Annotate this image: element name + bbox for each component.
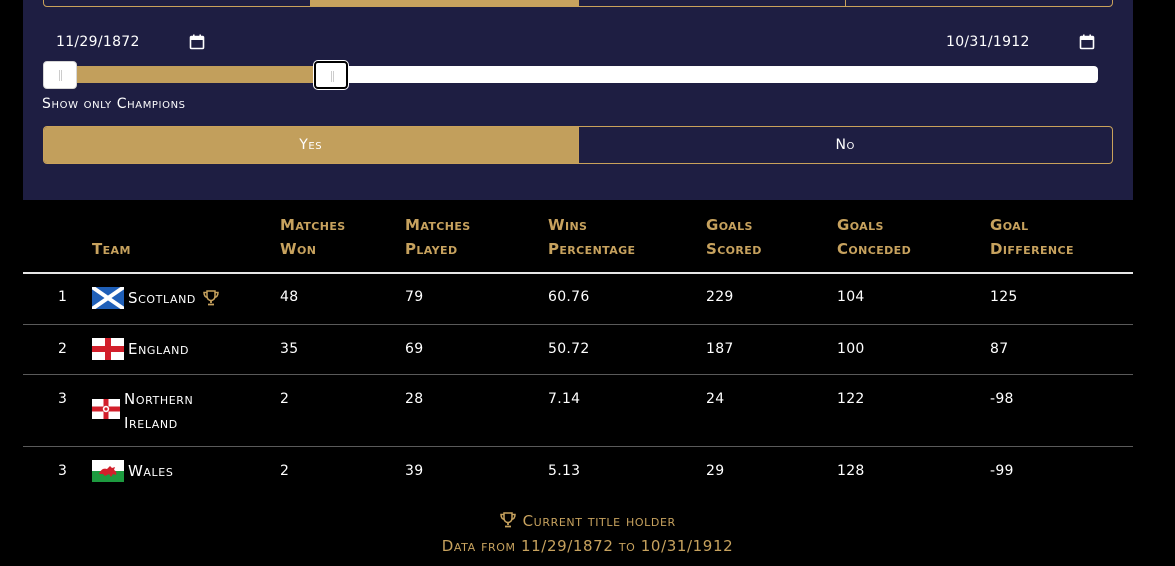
table-row: 3 Wales 2 39 5.13 29 128 -99 xyxy=(23,447,1133,497)
calendar-icon[interactable] xyxy=(1079,34,1095,50)
end-date-value: 10/31/1912 xyxy=(946,34,1030,50)
goals-conceded-header[interactable]: Goals Conceded xyxy=(837,213,937,261)
table-row: 2 England 35 69 50.72 187 100 87 xyxy=(23,325,1133,375)
trophy-icon xyxy=(499,512,517,532)
standings-table: Team Matches Won Matches Played Wins Per… xyxy=(23,200,1133,497)
goal-difference-header[interactable]: Goal Difference xyxy=(990,213,1100,261)
legend-line: Current title holder xyxy=(0,512,1175,532)
team-name: Northern Ireland xyxy=(124,390,194,432)
matches-played-cell: 28 xyxy=(405,391,424,407)
goals-scored-cell: 187 xyxy=(706,341,734,357)
wins-percentage-cell: 50.72 xyxy=(548,341,590,357)
matches-won-cell: 2 xyxy=(280,463,290,479)
goal-difference-cell: 87 xyxy=(990,341,1009,357)
rank-cell: 1 xyxy=(58,289,68,305)
start-date-value: 11/29/1872 xyxy=(56,34,140,50)
goals-conceded-cell: 104 xyxy=(837,289,865,305)
team-cell: England xyxy=(92,337,189,361)
slider-end-handle[interactable] xyxy=(314,61,348,89)
goals-scored-cell: 29 xyxy=(706,463,725,479)
team-name: Wales xyxy=(128,462,174,480)
table-header: Team Matches Won Matches Played Wins Per… xyxy=(23,200,1133,274)
date-range-slider[interactable] xyxy=(43,61,1098,89)
matches-played-cell: 79 xyxy=(405,289,424,305)
matches-played-cell: 39 xyxy=(405,463,424,479)
tab-2[interactable] xyxy=(311,0,579,6)
trophy-icon xyxy=(202,290,220,310)
tab-4[interactable] xyxy=(846,0,1112,6)
rank-cell: 3 xyxy=(58,463,68,479)
team-header[interactable]: Team xyxy=(92,237,131,261)
team-cell: Scotland xyxy=(92,286,220,310)
champions-yes-button[interactable]: Yes xyxy=(44,127,578,163)
show-only-champions-label: Show only Champions xyxy=(42,96,186,112)
matches-won-cell: 48 xyxy=(280,289,299,305)
scotland-flag-icon xyxy=(92,287,124,309)
goals-scored-header[interactable]: Goals Scored xyxy=(706,213,796,261)
tab-1[interactable] xyxy=(44,0,312,6)
table-row: 3 Northern Ireland 2 28 7.14 24 122 -98 xyxy=(23,375,1133,447)
goal-difference-cell: -98 xyxy=(990,391,1014,407)
goals-scored-cell: 229 xyxy=(706,289,734,305)
wins-percentage-cell: 7.14 xyxy=(548,391,581,407)
matches-won-cell: 35 xyxy=(280,341,299,357)
matches-won-cell: 2 xyxy=(280,391,290,407)
wales-flag-icon xyxy=(92,460,124,482)
calendar-icon[interactable] xyxy=(189,34,205,50)
goal-difference-cell: -99 xyxy=(990,463,1014,479)
goal-difference-cell: 125 xyxy=(990,289,1018,305)
rank-cell: 3 xyxy=(58,391,68,407)
team-cell: Wales xyxy=(92,459,173,483)
team-name: England xyxy=(128,340,190,358)
wins-percentage-cell: 60.76 xyxy=(548,289,590,305)
goals-conceded-cell: 128 xyxy=(837,463,865,479)
team-cell: Northern Ireland xyxy=(92,387,252,435)
england-flag-icon xyxy=(92,338,124,360)
team-name: Scotland xyxy=(128,289,196,307)
goals-conceded-cell: 122 xyxy=(837,391,865,407)
matches-played-header[interactable]: Matches Played xyxy=(405,213,500,261)
northern-ireland-flag-icon xyxy=(92,399,120,419)
legend-text: Current title holder xyxy=(522,512,676,530)
rank-cell: 2 xyxy=(58,341,68,357)
matches-played-cell: 69 xyxy=(405,341,424,357)
wins-percentage-header[interactable]: Wins Percentage xyxy=(548,213,668,261)
matches-won-header[interactable]: Matches Won xyxy=(280,213,375,261)
filter-panel: 11/29/1872 10/31/1912 Show only Champion… xyxy=(23,0,1133,200)
slider-range-fill xyxy=(43,66,331,83)
wins-percentage-cell: 5.13 xyxy=(548,463,581,479)
tab-3[interactable] xyxy=(579,0,846,6)
goals-scored-cell: 24 xyxy=(706,391,725,407)
view-tabs xyxy=(43,0,1113,7)
champions-toggle: Yes No xyxy=(43,126,1113,164)
champions-no-button[interactable]: No xyxy=(577,127,1113,163)
table-row: 1 Scotland 48 79 60.76 229 104 125 xyxy=(23,274,1133,325)
goals-conceded-cell: 100 xyxy=(837,341,865,357)
data-range-note: Data from 11/29/1872 to 10/31/1912 xyxy=(441,537,734,555)
slider-start-handle[interactable] xyxy=(43,61,77,89)
